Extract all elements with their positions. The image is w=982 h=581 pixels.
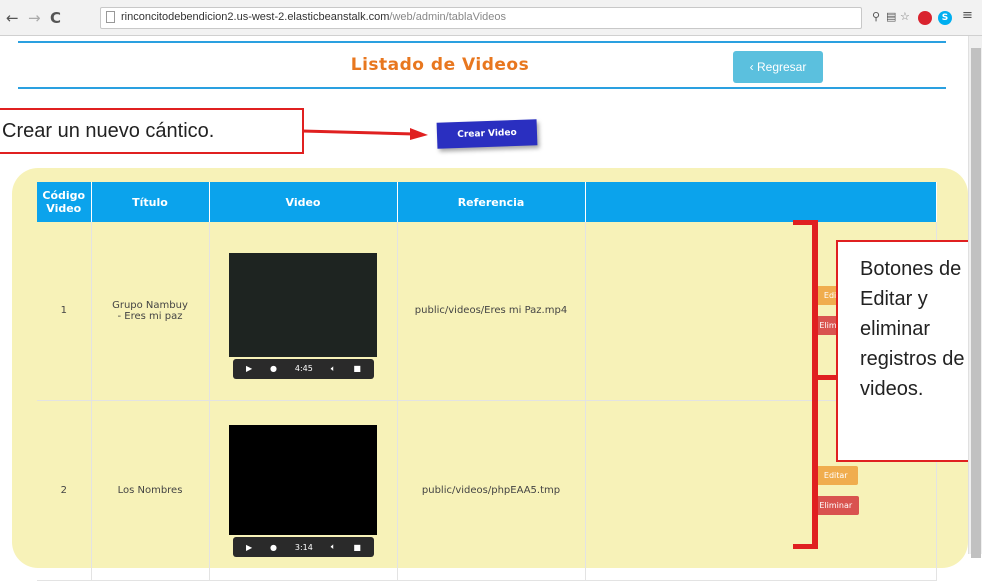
video-controls[interactable]: ▶ ● 4:45 🔈︎ ■ [233,358,374,379]
zoom-icon[interactable]: ⚲ [872,10,880,23]
cell-referencia: public/videos/Eres mi Paz.mp4 [397,222,586,401]
cell-video: ▶ ● 3:14 🔈︎ ■ [209,400,398,581]
adblock-icon[interactable] [918,11,932,25]
page-icon [106,11,115,23]
page-title: Listado de Videos [350,55,530,75]
video-controls[interactable]: ▶ ● 3:14 🔈︎ ■ [233,537,374,557]
back-arrow-icon[interactable]: ← [6,9,19,27]
header-codigo: Código Video [37,182,92,222]
title-text: Grupo Nambuy - Eres mi paz [112,299,188,322]
volume-icon[interactable]: 🔈︎ [331,364,336,374]
cell-titulo: Grupo Nambuy - Eres mi paz [91,222,210,401]
bracket-bottom [793,544,818,549]
translate-icon[interactable]: ▤ [886,10,896,23]
videos-table: Código Video Título Video Referencia 1 G… [37,182,937,581]
video-time: 4:45 [294,364,313,374]
header-titulo: Título [91,182,210,222]
video-player[interactable]: ▶ ● 3:14 🔈︎ ■ [229,425,377,557]
cell-video: ▶ ● 4:45 🔈︎ ■ [209,222,398,401]
fullscreen-icon[interactable]: ■ [353,543,361,552]
skype-icon[interactable]: S [938,11,952,25]
top-divider [18,41,946,43]
table-row: 1 Grupo Nambuy - Eres mi paz ▶ ● 4:45 🔈︎… [37,222,937,401]
progress-icon[interactable]: ● [270,364,277,373]
buttons-annotation-callout: Botones de Editar y eliminar registros d… [836,240,982,462]
scrollbar-thumb[interactable] [971,48,981,558]
table-row: 2 Los Nombres ▶ ● 3:14 🔈︎ ■ public/video… [37,400,937,581]
create-video-button[interactable]: Crear Video [436,119,538,149]
menu-icon[interactable]: ≡ [962,8,973,23]
video-player[interactable]: ▶ ● 4:45 🔈︎ ■ [229,252,377,379]
play-icon[interactable]: ▶ [246,543,252,552]
back-button[interactable]: ‹ Regresar [733,51,823,83]
cell-codigo: 1 [37,222,92,401]
progress-icon[interactable]: ● [270,543,277,552]
header-divider [18,87,946,89]
title-text: Los Nombres [117,484,183,496]
create-annotation-callout: Crear un nuevo cántico. [0,108,304,154]
reload-icon[interactable]: C [50,9,61,27]
forward-arrow-icon[interactable]: → [28,9,41,27]
play-icon[interactable]: ▶ [246,364,252,373]
edit-button[interactable]: Editar [813,465,858,485]
page-scrollbar[interactable] [968,36,982,558]
address-bar[interactable]: rinconcitodebendicion2.us-west-2.elastic… [100,7,862,29]
cell-codigo: 2 [37,400,92,581]
header-actions [585,182,937,222]
cell-titulo: Los Nombres [91,400,210,581]
star-icon[interactable]: ☆ [900,10,910,23]
delete-button[interactable]: Eliminar [812,495,860,515]
fullscreen-icon[interactable]: ■ [353,364,361,373]
table-header-row: Código Video Título Video Referencia [37,182,937,222]
annotation-arrow-icon [302,128,428,140]
volume-icon[interactable]: 🔈︎ [331,542,336,552]
url-path: /web/admin/tablaVideos [389,11,507,23]
header-referencia: Referencia [397,182,586,222]
video-time: 3:14 [294,542,313,552]
url-host: rinconcitodebendicion2.us-west-2.elastic… [121,11,390,23]
header-video: Video [209,182,398,222]
bracket-vertical [812,221,818,549]
browser-toolbar: ← → C rinconcitodebendicion2.us-west-2.e… [0,0,982,36]
cell-referencia: public/videos/phpEAA5.tmp [397,400,586,581]
